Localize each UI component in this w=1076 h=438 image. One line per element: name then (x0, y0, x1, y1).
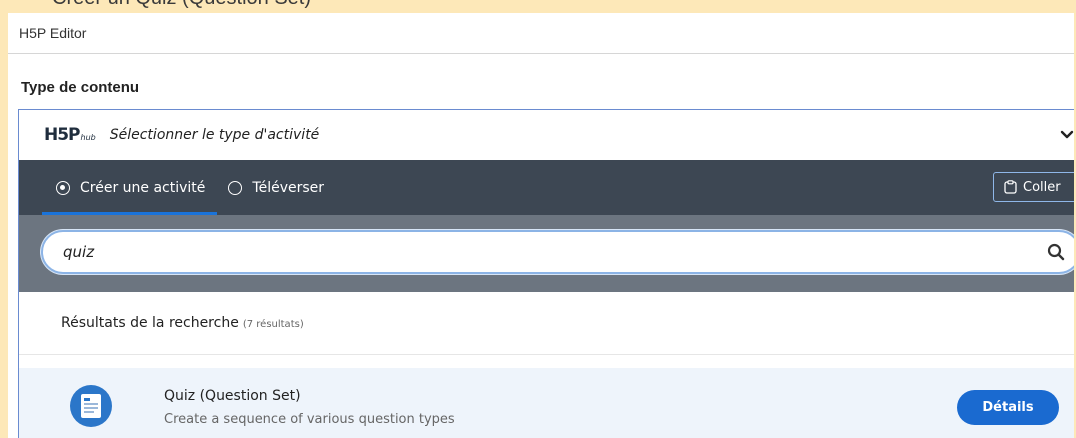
tab-create-activity[interactable]: Créer une activité (41, 160, 218, 215)
hub-tabs: Créer une activité Téléverser Coller (19, 160, 1074, 215)
chevron-down-icon[interactable] (1059, 127, 1074, 143)
paste-label: Coller (1023, 179, 1061, 195)
results-header: Résultats de la recherche (7 résultats) (19, 292, 1074, 355)
tab-upload-label: Téléverser (252, 179, 325, 196)
radio-checked-icon (56, 180, 70, 195)
results-title: Résultats de la recherche (61, 315, 239, 331)
editor-header: H5P Editor (8, 13, 1074, 54)
tab-create-label: Créer une activité (80, 179, 206, 196)
paste-button[interactable]: Coller (993, 172, 1074, 202)
hub-select-text: Sélectionner le type d'activité (109, 127, 320, 143)
result-description: Create a sequence of various question ty… (164, 412, 455, 427)
result-title[interactable]: Quiz (Question Set) (164, 388, 301, 404)
h5p-hub: H5P hub Sélectionner le type d'activité … (18, 109, 1074, 438)
content-type-label: Type de contenu (21, 79, 140, 96)
tab-upload[interactable]: Téléverser (228, 180, 324, 196)
search-area (19, 215, 1074, 292)
hub-selector[interactable]: H5P hub Sélectionner le type d'activité (19, 110, 1074, 160)
clipboard-icon (1004, 180, 1017, 194)
search-input[interactable] (63, 240, 963, 264)
details-button[interactable]: Détails (957, 390, 1059, 425)
h5p-hub-logo: H5P hub (44, 125, 96, 145)
page-top-title: Créer un Quiz (Question Set) (52, 0, 311, 10)
h5p-editor-panel: H5P Editor Type de contenu H5P hub Sélec… (8, 13, 1074, 438)
result-item[interactable]: Quiz (Question Set) Create a sequence of… (19, 368, 1074, 438)
search-icon[interactable] (1047, 243, 1065, 261)
search-box[interactable] (41, 230, 1074, 274)
radio-unchecked-icon (228, 180, 243, 195)
results-count: (7 résultats) (242, 319, 304, 330)
question-set-icon (70, 385, 112, 427)
